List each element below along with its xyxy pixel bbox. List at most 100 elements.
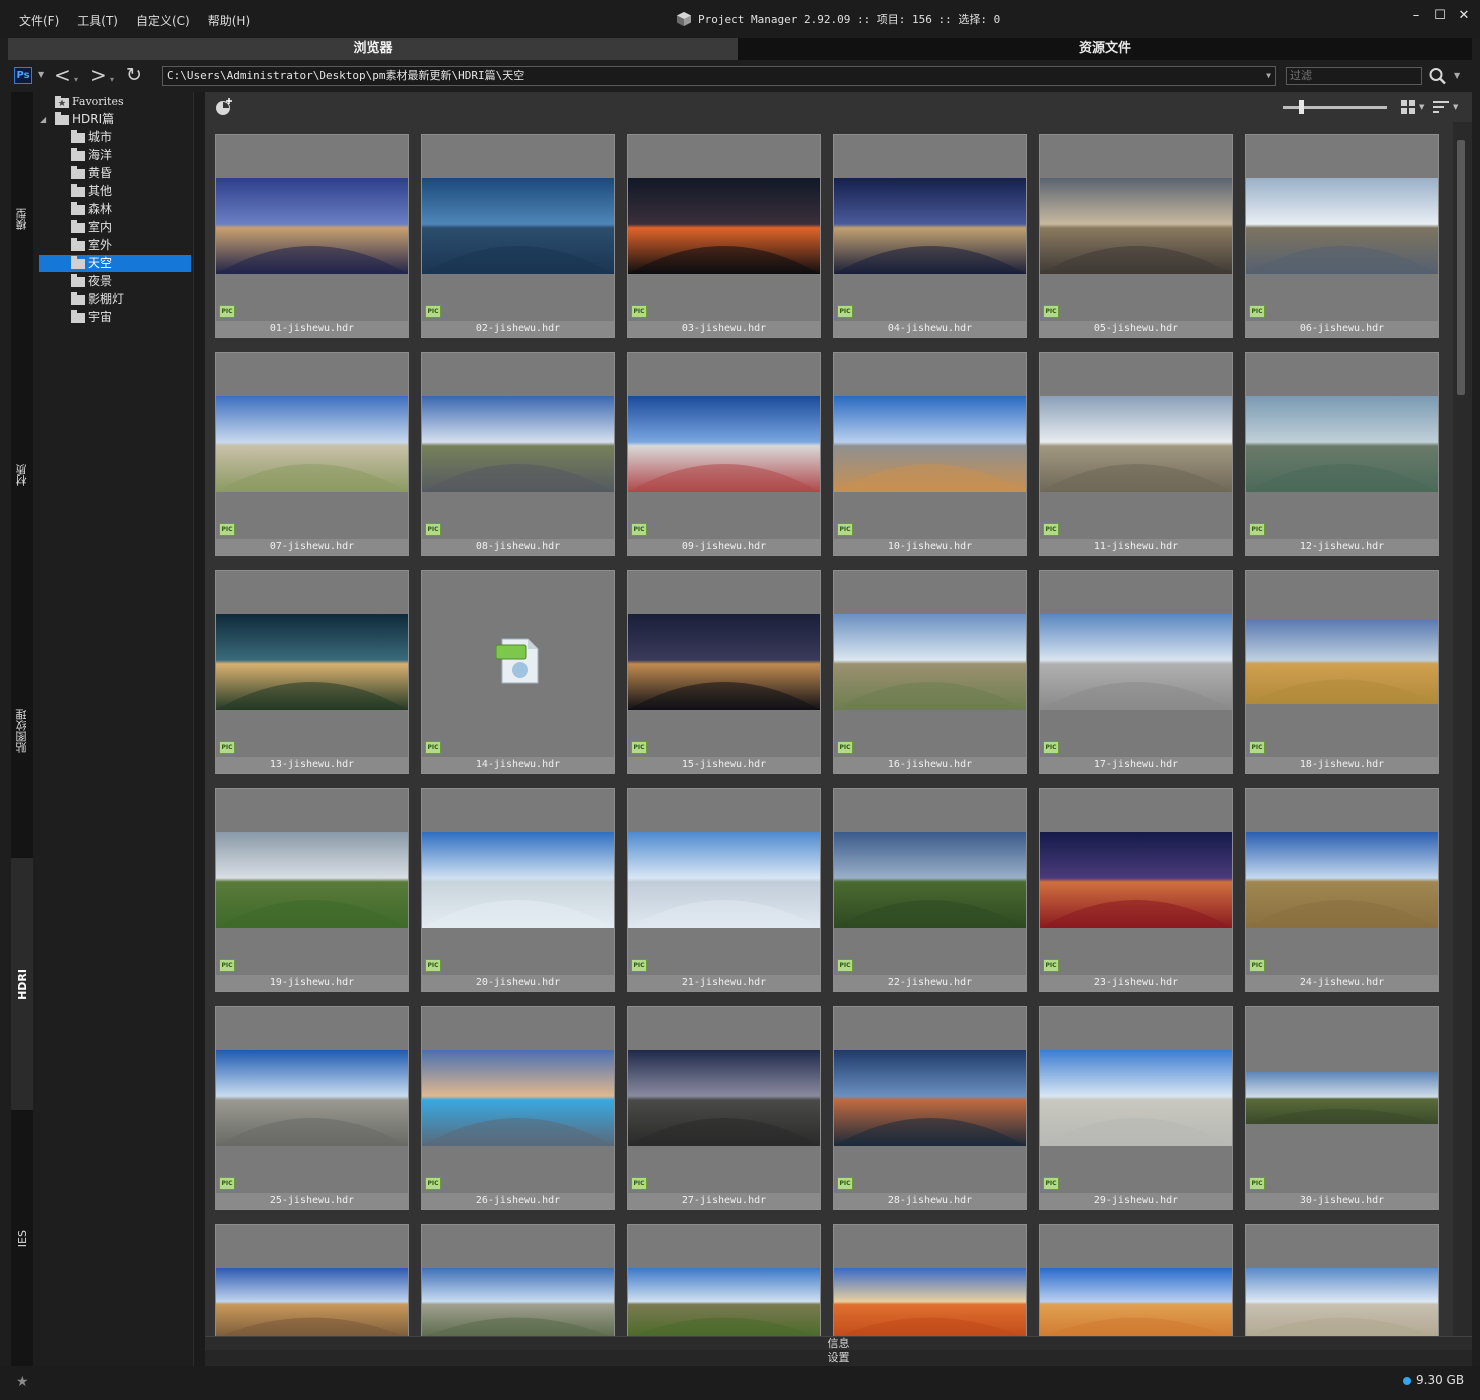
side-tab-materials[interactable]: 材质 xyxy=(11,348,33,602)
menu-help[interactable]: 帮助(H) xyxy=(199,12,259,29)
tab-assets[interactable]: 资源文件 xyxy=(738,38,1472,60)
sort-options-icon[interactable]: ▼ xyxy=(1453,103,1458,111)
thumbnail-tile[interactable] xyxy=(1245,1224,1439,1336)
tree-item-label: 黄昏 xyxy=(88,166,113,180)
placeholder-image-icon xyxy=(495,637,540,685)
tree-item-folder[interactable]: 室内 xyxy=(71,219,112,236)
thumbnail-tile[interactable]: PIC 23-jishewu.hdr xyxy=(1039,788,1233,992)
info-panel-toggle[interactable]: 信息 xyxy=(205,1336,1472,1350)
tree-item-folder[interactable]: 室外 xyxy=(71,237,112,254)
thumbnail-filename: 03-jishewu.hdr xyxy=(628,321,820,337)
tree-item-folder[interactable]: 其他 xyxy=(71,183,112,200)
hdri-thumbnail xyxy=(1246,396,1438,492)
tree-item-hdri-root[interactable]: HDRI篇 xyxy=(55,111,114,128)
tree-splitter[interactable] xyxy=(193,92,205,1366)
thumbnail-tile[interactable]: PIC 08-jishewu.hdr xyxy=(421,352,615,556)
pic-badge-icon: PIC xyxy=(837,741,853,754)
thumbnail-tile[interactable]: PIC 03-jishewu.hdr xyxy=(627,134,821,338)
tree-item-label: 影棚灯 xyxy=(88,292,125,306)
tree-item-folder[interactable]: 夜景 xyxy=(71,273,112,290)
back-history-icon[interactable]: ▾ xyxy=(74,69,78,91)
thumbnail-tile[interactable]: PIC 05-jishewu.hdr xyxy=(1039,134,1233,338)
thumbnail-tile[interactable]: PIC 26-jishewu.hdr xyxy=(421,1006,615,1210)
address-dropdown-icon[interactable]: ▼ xyxy=(1266,67,1271,85)
tree-item-folder[interactable]: 城市 xyxy=(71,129,112,146)
chevron-down-icon[interactable]: ▼ xyxy=(38,70,44,79)
photoshop-icon[interactable]: Ps xyxy=(14,67,32,84)
thumbnail-filename: 05-jishewu.hdr xyxy=(1040,321,1232,337)
forward-history-icon[interactable]: ▾ xyxy=(110,69,114,91)
tree-item-folder[interactable]: 森林 xyxy=(71,201,112,218)
thumbnail-tile[interactable]: PIC 01-jishewu.hdr xyxy=(215,134,409,338)
add-folder-icon[interactable] xyxy=(215,98,233,116)
filter-input[interactable]: 过滤 xyxy=(1286,67,1422,85)
thumbnail-tile[interactable]: PIC 28-jishewu.hdr xyxy=(833,1006,1027,1210)
refresh-icon[interactable]: ↻ xyxy=(126,64,142,86)
thumbnail-tile[interactable]: PIC 15-jishewu.hdr xyxy=(627,570,821,774)
thumbnail-tile[interactable]: PIC 09-jishewu.hdr xyxy=(627,352,821,556)
thumbnail-tile[interactable]: PIC 06-jishewu.hdr xyxy=(1245,134,1439,338)
tab-browser[interactable]: 浏览器 xyxy=(8,38,738,60)
side-tab-textures[interactable]: 贴图纹理 xyxy=(11,604,33,858)
thumbnail-tile[interactable]: PIC 14-jishewu.hdr xyxy=(421,570,615,774)
close-icon[interactable]: ✕ xyxy=(1458,9,1470,23)
tree-item-folder[interactable]: 黄昏 xyxy=(71,165,112,182)
thumbnail-tile[interactable]: PIC 04-jishewu.hdr xyxy=(833,134,1027,338)
tree-item-folder[interactable]: 海洋 xyxy=(71,147,112,164)
search-options-icon[interactable]: ▼ xyxy=(1454,71,1460,80)
search-icon[interactable] xyxy=(1428,67,1448,85)
hdri-thumbnail xyxy=(1246,620,1438,704)
thumbnail-tile[interactable]: PIC 12-jishewu.hdr xyxy=(1245,352,1439,556)
menu-customize[interactable]: 自定义(C) xyxy=(127,12,199,29)
thumbnail-tile[interactable]: PIC 02-jishewu.hdr xyxy=(421,134,615,338)
expand-arrow-icon[interactable]: ◢ xyxy=(40,115,46,124)
thumbnail-tile[interactable] xyxy=(833,1224,1027,1336)
tree-item-folder[interactable]: 宇宙 xyxy=(71,309,112,326)
thumbnail-tile[interactable] xyxy=(1039,1224,1233,1336)
slider-handle[interactable] xyxy=(1299,100,1304,114)
thumbnail-tile[interactable]: PIC 29-jishewu.hdr xyxy=(1039,1006,1233,1210)
forward-icon[interactable]: > xyxy=(90,64,107,86)
thumbnail-tile[interactable] xyxy=(421,1224,615,1336)
thumbnail-tile[interactable]: PIC 19-jishewu.hdr xyxy=(215,788,409,992)
menu-tools[interactable]: 工具(T) xyxy=(68,12,127,29)
thumbnail-tile[interactable]: PIC 17-jishewu.hdr xyxy=(1039,570,1233,774)
hdri-thumbnail xyxy=(1246,1268,1438,1336)
side-tab-ies[interactable]: IES xyxy=(11,1112,33,1366)
side-tab-models[interactable]: 模型 xyxy=(11,92,33,346)
hdri-thumbnail xyxy=(1040,832,1232,928)
tree-item-favorites[interactable]: Favorites xyxy=(55,93,124,110)
hdri-thumbnail xyxy=(834,178,1026,274)
side-tab-hdri[interactable]: HDRI xyxy=(11,858,33,1110)
thumbnail-tile[interactable]: PIC 07-jishewu.hdr xyxy=(215,352,409,556)
thumbnail-tile[interactable]: PIC 13-jishewu.hdr xyxy=(215,570,409,774)
sort-icon[interactable] xyxy=(1433,101,1449,114)
star-icon[interactable]: ★ xyxy=(16,1374,29,1390)
thumbnail-filename: 22-jishewu.hdr xyxy=(834,975,1026,991)
thumbnail-tile[interactable]: PIC 22-jishewu.hdr xyxy=(833,788,1027,992)
grid-view-icon[interactable] xyxy=(1401,100,1415,114)
maximize-icon[interactable]: ☐ xyxy=(1434,9,1446,23)
thumbnail-tile[interactable]: PIC 27-jishewu.hdr xyxy=(627,1006,821,1210)
view-options-icon[interactable]: ▼ xyxy=(1419,103,1424,111)
thumbnail-tile[interactable] xyxy=(627,1224,821,1336)
tree-item-folder[interactable]: 影棚灯 xyxy=(71,291,124,308)
back-icon[interactable]: < xyxy=(54,64,71,86)
tree-item-folder[interactable]: 天空 xyxy=(39,255,191,272)
thumbnail-tile[interactable]: PIC 30-jishewu.hdr xyxy=(1245,1006,1439,1210)
address-field[interactable]: C:\Users\Administrator\Desktop\pm素材最新更新\… xyxy=(162,66,1276,86)
menu-file[interactable]: 文件(F) xyxy=(10,12,68,29)
hdri-thumbnail xyxy=(834,1050,1026,1146)
thumbnail-tile[interactable]: PIC 11-jishewu.hdr xyxy=(1039,352,1233,556)
thumbnail-tile[interactable]: PIC 20-jishewu.hdr xyxy=(421,788,615,992)
settings-panel-toggle[interactable]: 设置 xyxy=(205,1350,1472,1366)
thumbnail-tile[interactable] xyxy=(215,1224,409,1336)
thumbnail-tile[interactable]: PIC 24-jishewu.hdr xyxy=(1245,788,1439,992)
thumbnail-tile[interactable]: PIC 10-jishewu.hdr xyxy=(833,352,1027,556)
thumbnail-tile[interactable]: PIC 25-jishewu.hdr xyxy=(215,1006,409,1210)
minimize-icon[interactable]: – xyxy=(1410,9,1422,23)
thumbnail-tile[interactable]: PIC 21-jishewu.hdr xyxy=(627,788,821,992)
scrollbar-thumb[interactable] xyxy=(1457,140,1465,395)
thumbnail-tile[interactable]: PIC 16-jishewu.hdr xyxy=(833,570,1027,774)
thumbnail-tile[interactable]: PIC 18-jishewu.hdr xyxy=(1245,570,1439,774)
